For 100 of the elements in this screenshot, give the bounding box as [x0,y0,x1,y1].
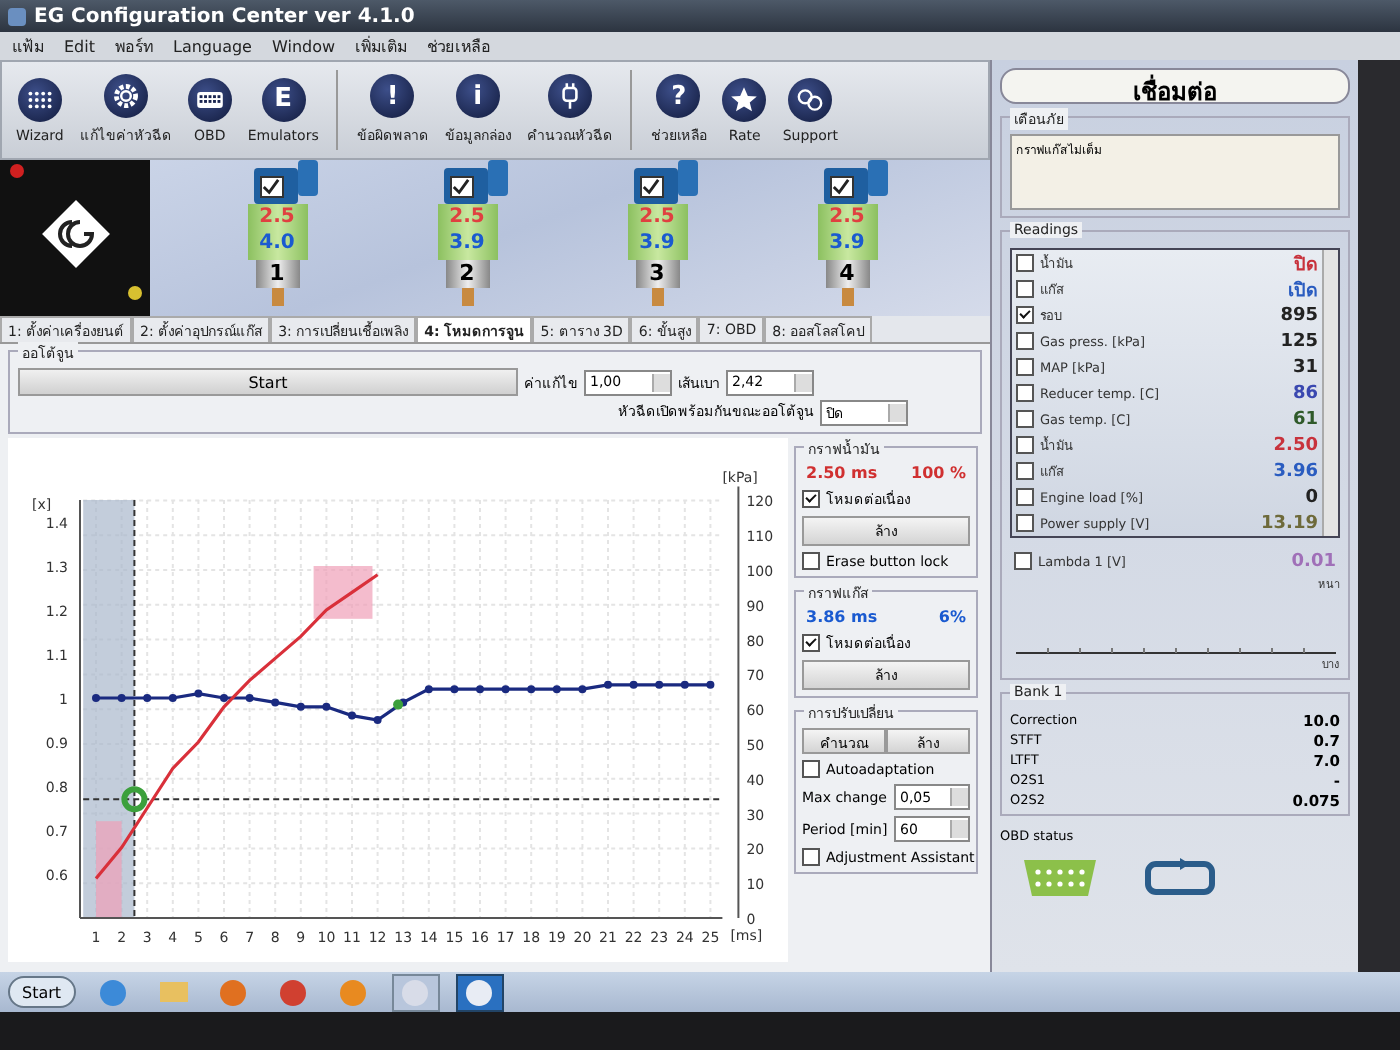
app-icon[interactable] [455,973,504,1011]
menu-item[interactable]: Edit [64,37,95,55]
start-button[interactable]: Start [18,368,518,396]
keyboard-icon [187,77,232,121]
injector-number: 2 [445,260,489,288]
menu-item[interactable]: ช่วยเหลือ [427,33,492,59]
data-point [348,711,356,720]
checkbox-square[interactable] [1016,514,1034,532]
checkbox-square[interactable] [802,848,820,866]
reading-value: 86 [1292,383,1318,403]
data-point [322,702,331,711]
menu-item[interactable]: Language [173,37,252,55]
checkbox-square[interactable] [1016,462,1034,480]
menu-item[interactable]: แฟ้ม [12,33,44,59]
reading-value: 2.50 [1273,435,1318,455]
point-marker-icon [393,699,404,710]
checkbox-square[interactable] [1016,384,1034,402]
checkbox-square[interactable] [1016,410,1034,428]
data-point [450,685,459,694]
reading-value: 125 [1280,331,1318,351]
nozzle-icon [841,288,853,306]
data-point [680,680,689,689]
menu-item[interactable]: พอร์ท [115,33,153,59]
data-point [578,685,587,694]
glyph-icon: i [455,74,500,118]
petrol-value: 2.5 [449,204,485,230]
data-point [501,685,510,694]
injector-number: 4 [825,260,869,288]
data-point [271,698,280,707]
injector-checkbox[interactable] [449,176,473,198]
reading-value: 0.01 [1291,551,1336,571]
refresh-icon[interactable] [1140,856,1220,900]
checkbox-square[interactable] [802,490,820,508]
glyph-icon: ? [656,74,701,118]
reading-value: 895 [1280,305,1318,325]
injection-time: 2.50 ms [806,464,878,482]
petrol-value: 2.5 [259,204,295,230]
scrollbar[interactable] [1322,250,1338,536]
data-point [373,716,382,724]
reading-value: 31 [1292,357,1318,377]
reading-value: เปิด [1288,278,1318,303]
checkbox-square[interactable] [802,552,820,570]
gas-value: 3.9 [639,230,675,256]
checkbox-square[interactable] [1016,332,1034,350]
nozzle-icon [651,288,663,306]
nozzle-icon [461,288,473,306]
checkbox-square[interactable] [1016,254,1034,272]
nozzle-icon [271,288,283,306]
injector-checkbox[interactable] [259,176,283,198]
data-point [629,680,638,689]
checkbox-square[interactable] [1014,552,1032,570]
reading-value: ปิด [1294,252,1318,277]
data-point [168,694,177,702]
data-point [143,694,152,702]
percent-value: 100 % [911,464,966,482]
record-indicator-icon [10,164,24,178]
injection-time: 3.86 ms [806,608,878,626]
checkbox-square[interactable] [1016,280,1034,298]
connect-button[interactable]: เชื่อมต่อ [1000,68,1350,104]
connector-icon [1020,856,1100,900]
data-point [220,694,228,702]
data-point [655,680,664,689]
data-point [117,694,126,702]
data-point [424,685,433,694]
menu-item[interactable]: Window [271,37,336,55]
reading-value: 13.19 [1261,513,1318,533]
menu-item[interactable]: เพิ่มเติม [355,33,408,59]
checkbox-square[interactable] [1016,436,1034,454]
glyph-icon: E [261,77,306,121]
checkbox-square[interactable] [802,634,820,652]
app-icon [8,7,26,25]
data-point [552,685,561,694]
data-point [604,680,612,689]
reading-value: 3.96 [1273,461,1318,481]
gas-value: 3.9 [829,230,865,256]
injector-checkbox[interactable] [639,176,663,198]
cursor-ring-icon [121,786,148,813]
injector-number: 3 [635,260,679,288]
checkbox-square[interactable] [1016,306,1034,324]
glyph-icon: ! [370,74,415,118]
checkbox-square[interactable] [1016,488,1034,506]
data-point [527,685,536,694]
status-lamp-icon [128,286,142,300]
petrol-value: 2.5 [639,204,675,230]
injector-checkbox[interactable] [829,176,853,198]
injector-number: 1 [255,260,299,288]
reading-value: 0 [1305,487,1318,507]
data-point [476,685,484,694]
dot-grid-icon [17,77,62,121]
start-button[interactable]: Start [8,976,76,1008]
reading-value: 61 [1292,409,1318,429]
checkbox-square[interactable] [1016,358,1034,376]
checkbox-square[interactable] [802,760,820,778]
data-point [706,680,715,689]
gas-value: 3.9 [449,230,485,256]
petrol-value: 2.5 [829,204,865,230]
gas-value: 4.0 [259,230,295,256]
data-point [194,689,203,698]
support-icon [788,77,833,121]
percent-value: 6% [938,608,966,626]
